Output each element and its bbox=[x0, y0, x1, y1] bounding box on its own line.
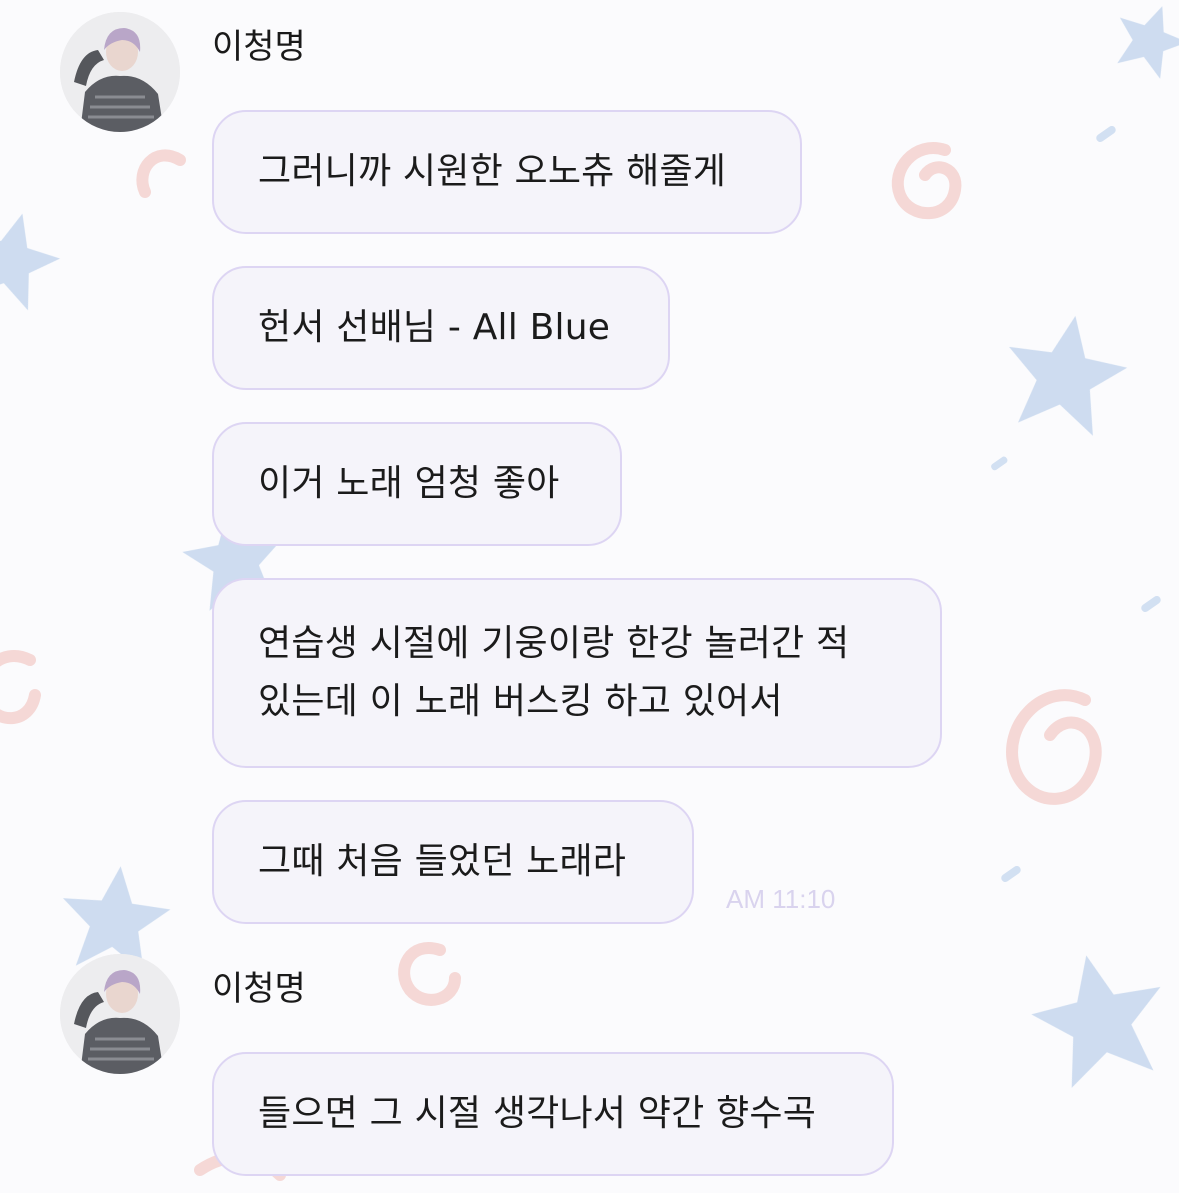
message-bubble[interactable]: 연습생 시절에 기웅이랑 한강 놀러간 적 있는데 이 노래 버스킹 하고 있어… bbox=[212, 578, 942, 768]
message-bubble[interactable]: 그때 처음 들었던 노래라 bbox=[212, 800, 694, 924]
message-bubble[interactable]: 이거 노래 엄청 좋아 bbox=[212, 422, 622, 546]
message-bubble[interactable]: 헌서 선배님 - All Blue bbox=[212, 266, 670, 390]
sender-name: 이청명 bbox=[212, 969, 306, 1009]
avatar-icon bbox=[60, 12, 180, 132]
message-timestamp: AM 11:10 bbox=[726, 884, 836, 914]
message-bubble[interactable]: 들으면 그 시절 생각나서 약간 향수곡 bbox=[212, 1052, 894, 1176]
avatar-icon bbox=[60, 954, 180, 1074]
sender-avatar[interactable] bbox=[60, 954, 180, 1074]
sender-name: 이청명 bbox=[212, 27, 306, 67]
chat-thread: 이청명 그러니까 시원한 오노츄 해줄게 헌서 선배님 - All Blue 이… bbox=[0, 0, 1179, 1193]
message-bubble[interactable]: 그러니까 시원한 오노츄 해줄게 bbox=[212, 110, 802, 234]
sender-avatar[interactable] bbox=[60, 12, 180, 132]
